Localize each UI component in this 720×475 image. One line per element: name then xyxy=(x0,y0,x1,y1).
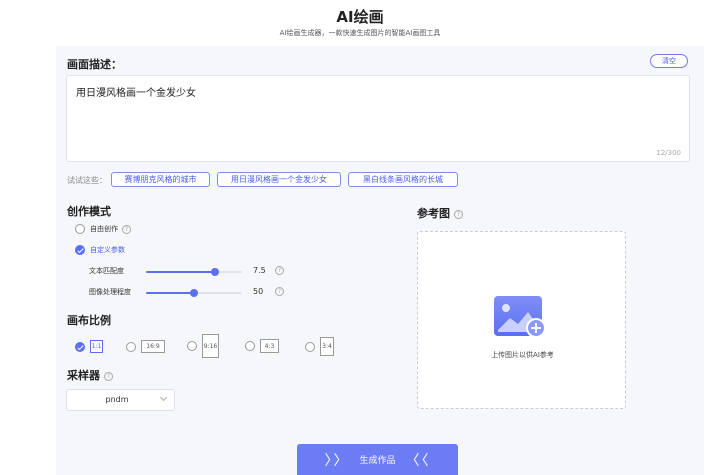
mode-title: 创作模式 xyxy=(67,205,111,218)
try-label: 试试这些： xyxy=(67,176,107,185)
page-title: AI绘画 xyxy=(336,8,384,26)
upload-hint: 上传图片以供AI参考 xyxy=(491,351,554,359)
mode-option-custom[interactable]: 自定义参数 xyxy=(75,245,125,255)
page-header: AI绘画 AI绘画生成器，一款快速生成图片的智能AI画图工具 xyxy=(0,0,720,46)
chevron-left-icon: 〈〈 xyxy=(405,452,431,469)
description-textarea[interactable]: 用日漫风格画一个金发少女 12/300 xyxy=(66,75,690,162)
radio-unchecked[interactable] xyxy=(126,341,136,352)
generate-label: 生成作品 xyxy=(359,456,396,466)
radio-unchecked[interactable] xyxy=(187,341,197,351)
slider-fill xyxy=(146,271,216,273)
slider-image-strength-value: 50 xyxy=(253,287,264,296)
try-chip-great-wall[interactable]: 黑白线条画风格的长城 xyxy=(348,172,458,187)
sampler-select[interactable]: pndm xyxy=(66,389,175,411)
help-icon[interactable]: ? xyxy=(275,266,284,275)
slider-text-match-value: 7.5 xyxy=(253,266,266,275)
help-icon[interactable]: ? xyxy=(275,287,284,296)
description-value: 用日漫风格画一个金发少女 xyxy=(76,88,196,99)
help-icon[interactable]: ? xyxy=(122,224,131,234)
ratio-label: 9:16 xyxy=(202,334,219,358)
ratio-option-4-3[interactable]: 4:3 xyxy=(245,339,279,353)
slider-text-match-label: 文本匹配度 xyxy=(89,267,124,275)
ratio-label: 4:3 xyxy=(260,339,279,353)
reference-upload-area[interactable]: 上传图片以供AI参考 xyxy=(417,231,626,409)
help-icon[interactable]: ? xyxy=(104,371,113,381)
mode-option-free-label: 自由创作 xyxy=(90,225,118,233)
slider-image-strength-label: 图像处理程度 xyxy=(89,288,131,296)
mode-option-custom-label: 自定义参数 xyxy=(90,246,125,254)
ratio-option-9-16[interactable]: 9:16 xyxy=(187,334,219,358)
chevron-right-icon: 〉〉 xyxy=(324,452,350,469)
ratio-option-16-9[interactable]: 16:9 xyxy=(126,340,165,353)
radio-unchecked[interactable] xyxy=(245,341,255,351)
ratio-label: 3:4 xyxy=(320,337,334,356)
ratio-label: 1:1 xyxy=(90,340,103,353)
help-icon[interactable]: ? xyxy=(454,209,463,219)
page-subtitle: AI绘画生成器，一款快速生成图片的智能AI画图工具 xyxy=(279,29,441,37)
image-upload-icon xyxy=(494,296,546,338)
ratio-title: 画布比例 xyxy=(67,314,111,327)
radio-unchecked[interactable] xyxy=(305,341,315,352)
slider-text-match[interactable] xyxy=(146,268,242,276)
ratio-option-1-1[interactable]: 1:1 xyxy=(75,340,103,353)
try-chip-cyberpunk[interactable]: 赛博朋克风格的城市 xyxy=(111,172,210,187)
sampler-value: pndm xyxy=(105,395,129,404)
description-label: 画面描述： xyxy=(67,58,122,71)
slider-image-strength[interactable] xyxy=(146,289,242,297)
slider-handle[interactable] xyxy=(190,289,198,297)
radio-checked-icon[interactable] xyxy=(75,245,85,255)
try-chip-anime-girl[interactable]: 用日漫风格画一个金发少女 xyxy=(217,172,341,187)
ratio-option-3-4[interactable]: 3:4 xyxy=(305,337,334,356)
sampler-title: 采样器? xyxy=(67,367,113,383)
clear-button[interactable]: 清空 xyxy=(650,54,688,68)
ratio-label: 16:9 xyxy=(141,340,165,353)
reference-title: 参考图? xyxy=(417,205,463,221)
radio-unchecked[interactable] xyxy=(75,224,85,234)
mode-option-free[interactable]: 自由创作 ? xyxy=(75,224,131,234)
generate-button[interactable]: 〉〉 生成作品 〈〈 xyxy=(297,444,458,475)
slider-fill xyxy=(146,292,194,294)
radio-checked-icon[interactable] xyxy=(75,341,85,352)
character-count: 12/300 xyxy=(656,149,681,157)
